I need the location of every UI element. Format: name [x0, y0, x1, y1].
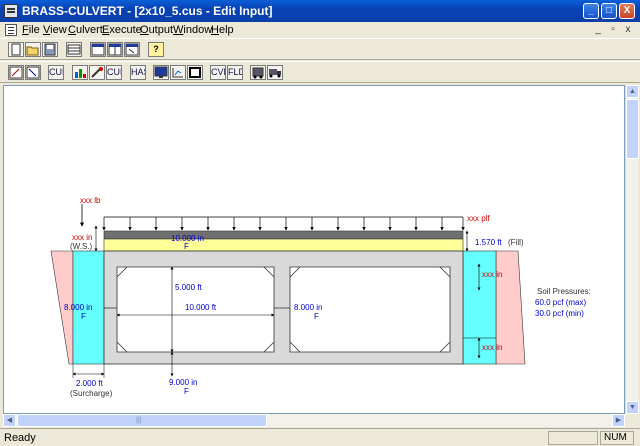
left-wall-code: F	[81, 312, 86, 321]
fill-layer	[103, 238, 464, 252]
maximize-button[interactable]: □	[601, 3, 617, 19]
new-file-icon[interactable]	[8, 42, 24, 57]
cul-icon[interactable]: CUL	[48, 65, 64, 80]
interior-wall-code: F	[314, 312, 319, 321]
scroll-left-icon[interactable]: ◀	[3, 414, 16, 427]
menu-help[interactable]: Help	[211, 24, 234, 36]
horizontal-scroll-thumb[interactable]	[17, 414, 267, 427]
truck-side-icon[interactable]	[267, 65, 283, 80]
side-dim-top-label: xxx in	[482, 270, 502, 279]
minimize-button[interactable]: _	[583, 3, 599, 19]
fill-height-label: 1.570 ft	[475, 238, 502, 247]
surcharge-width-label: 2.000 ft	[76, 379, 103, 388]
cell-width-label: 10.000 ft	[185, 303, 217, 312]
cell-height-label: 5.000 ft	[175, 283, 202, 292]
menu-culvert[interactable]: Culvert	[68, 24, 103, 36]
document-icon[interactable]	[5, 24, 17, 36]
status-bar: Ready NUM	[0, 428, 640, 446]
window-resize-icon[interactable]	[124, 42, 140, 57]
interior-wall-thickness: 8.000 in	[294, 303, 322, 312]
box-tool-icon[interactable]	[187, 65, 203, 80]
soil-pressure-max: 60.0 pcf (max)	[535, 298, 586, 307]
tools-toolbar: CUL CUL HAS CVP FLD	[0, 61, 640, 83]
open-folder-icon[interactable]	[25, 42, 41, 57]
ws-depth-label: xxx in	[72, 233, 92, 242]
menu-file[interactable]: File	[22, 24, 40, 36]
soil-pressures-title: Soil Pressures:	[537, 287, 591, 296]
window-grid-icon[interactable]	[107, 42, 123, 57]
horizontal-scrollbar[interactable]: ◀ ▶	[3, 414, 625, 427]
edit-b-icon[interactable]	[25, 65, 41, 80]
truck-front-icon[interactable]	[250, 65, 266, 80]
fld-icon[interactable]: FLD	[227, 65, 243, 80]
save-disk-icon[interactable]	[42, 42, 58, 57]
menu-view[interactable]: View	[43, 24, 67, 36]
ws-label: (W.S.)	[70, 242, 93, 251]
title-bar: BRASS-CULVERT - [2x10_5.cus - Edit Input…	[0, 0, 640, 22]
surcharge-label: (Surcharge)	[70, 389, 113, 398]
window-title: BRASS-CULVERT - [2x10_5.cus - Edit Input…	[22, 4, 273, 18]
help-icon[interactable]: ?	[148, 42, 164, 57]
menu-window[interactable]: Window	[173, 24, 212, 36]
vertical-scrollbar[interactable]: ▲ ▼	[625, 85, 639, 414]
culvert-drawing-canvas[interactable]: xxx lb xxx plf xxx in (W.S.) 10.000 in F…	[3, 85, 625, 414]
culvert-section-drawing: xxx lb xxx plf xxx in (W.S.) 10.000 in F…	[50, 196, 591, 398]
distributed-load-arrows	[102, 217, 465, 231]
mdi-close-button[interactable]: x	[622, 24, 634, 36]
scroll-up-icon[interactable]: ▲	[626, 85, 639, 98]
menu-bar: File View Culvert Execute Output Window …	[0, 22, 640, 38]
bottom-slab-thickness: 9.000 in	[169, 378, 197, 387]
close-button[interactable]: X	[619, 3, 635, 19]
status-panel-blank	[548, 431, 598, 445]
menu-execute[interactable]: Execute	[102, 24, 142, 36]
top-slab-code: F	[184, 242, 189, 251]
data-grid-icon[interactable]	[66, 42, 82, 57]
scroll-down-icon[interactable]: ▼	[626, 401, 639, 414]
window-list-icon[interactable]	[90, 42, 106, 57]
has-icon[interactable]: HAS	[130, 65, 146, 80]
monitor-icon[interactable]	[153, 65, 169, 80]
grid-tool-icon[interactable]	[170, 65, 186, 80]
side-dim-bottom-label: xxx in	[482, 343, 502, 352]
distributed-load-label: xxx plf	[467, 214, 490, 223]
left-wall-thickness: 8.000 in	[64, 303, 92, 312]
scroll-right-icon[interactable]: ▶	[612, 414, 625, 427]
num-lock-indicator: NUM	[600, 431, 634, 445]
mdi-restore-button[interactable]: ▫	[607, 24, 619, 36]
mdi-minimize-button[interactable]: _	[592, 24, 604, 36]
menu-output[interactable]: Output	[140, 24, 173, 36]
vertical-scroll-thumb[interactable]	[626, 99, 639, 159]
status-text: Ready	[4, 432, 36, 444]
cul-output-icon[interactable]: CUL	[106, 65, 122, 80]
cvp-icon[interactable]: CVP	[210, 65, 226, 80]
soil-pressure-min: 30.0 pcf (min)	[535, 309, 584, 318]
gauge-icon[interactable]	[89, 65, 105, 80]
edit-a-icon[interactable]	[8, 65, 24, 80]
main-toolbar: ?	[0, 38, 640, 60]
pavement-layer	[103, 230, 464, 240]
bottom-slab-code: F	[184, 387, 189, 396]
chart-icon[interactable]	[72, 65, 88, 80]
point-load-label: xxx lb	[80, 196, 101, 205]
app-icon[interactable]	[4, 4, 18, 18]
fill-label: (Fill)	[508, 238, 524, 247]
